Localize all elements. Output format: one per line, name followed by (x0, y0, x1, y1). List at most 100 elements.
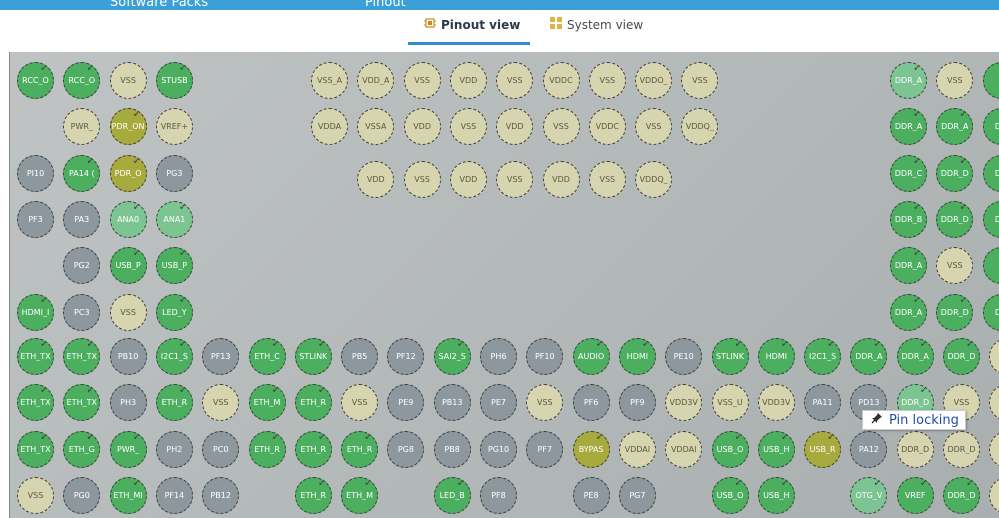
pin[interactable]: DDR_C ✓ (890, 154, 927, 192)
pin[interactable]: VSS_A (311, 62, 348, 99)
pin[interactable]: DDR_D ✓ (943, 476, 980, 514)
pin[interactable]: ANA1 ✓ (155, 200, 193, 238)
pin[interactable]: PE8 (572, 476, 610, 514)
pin[interactable]: HDMI_I ✓ (17, 293, 54, 331)
pin[interactable]: VDD (449, 160, 487, 198)
pin[interactable]: I2C1_S ✓ (155, 338, 193, 375)
pin[interactable]: PB13 (433, 384, 471, 422)
pin[interactable]: PC3 (63, 293, 101, 331)
pin[interactable]: LED_B ✓ (433, 476, 471, 514)
pin[interactable]: PDR_O ✓ (109, 154, 147, 192)
pin[interactable]: VDDQ_ (635, 160, 673, 198)
pin[interactable]: ETH_M ✓ (341, 476, 379, 514)
pin[interactable]: PH6 (480, 338, 517, 375)
pin[interactable]: VDD (449, 62, 487, 99)
pin[interactable]: VDD (357, 160, 395, 198)
pin[interactable]: STUSB ✓ (155, 62, 193, 99)
pin[interactable]: ETH_R ✓ (294, 430, 332, 468)
pin[interactable]: ETH_R ✓ (248, 430, 286, 468)
pin[interactable]: VSS (496, 160, 534, 198)
pin[interactable]: STLINK ✓ (294, 338, 332, 375)
pin[interactable]: DDR_B ✓ (890, 200, 927, 238)
pin[interactable]: VSS (403, 160, 441, 198)
pin[interactable]: VDDC (542, 62, 580, 99)
pin[interactable]: DDR_D ✓ (943, 338, 980, 375)
pin[interactable]: DDR_D ✓ (936, 154, 974, 192)
pin[interactable]: USB_O ✓ (711, 476, 749, 514)
pin[interactable]: ETH_R ✓ (294, 476, 332, 514)
pin[interactable]: PG3 (155, 154, 193, 192)
pin[interactable]: PF9 (618, 384, 656, 422)
pin[interactable]: ETH_G ✓ (63, 430, 101, 468)
pin[interactable]: DDR_D ✓ (936, 200, 974, 238)
pin[interactable]: VDDC (588, 108, 626, 146)
pin[interactable]: PWR_ ✓ (109, 430, 147, 468)
pin[interactable]: PF8 (480, 476, 517, 514)
pin[interactable]: USB_H ✓ (757, 476, 795, 514)
pin[interactable]: ETH_R ✓ (155, 384, 193, 422)
breadcrumb-pinout[interactable]: Pinout (365, 0, 406, 10)
pin[interactable]: PG8 (387, 430, 425, 468)
pin[interactable]: DDR_A ✓ (890, 62, 927, 99)
pin[interactable]: PE10 (665, 338, 703, 375)
pin[interactable]: PF14 (155, 476, 193, 514)
pin[interactable]: DDR_D (943, 430, 980, 468)
pin[interactable]: ETH_MI ✓ (109, 476, 147, 514)
pin[interactable]: USB_H ✓ (757, 430, 795, 468)
pin[interactable]: ETH_M ✓ (248, 384, 286, 422)
pin[interactable]: PG10 (480, 430, 517, 468)
pin[interactable]: VDD3V (757, 384, 795, 422)
pin[interactable]: PG0 (63, 476, 101, 514)
tab-system-view[interactable]: System view (550, 17, 643, 32)
pin[interactable]: ETH_R ✓ (294, 384, 332, 422)
pin[interactable]: HDMI ✓ (618, 338, 656, 375)
pin[interactable]: RCC_O ✓ (17, 62, 54, 99)
pin[interactable]: DDR_A ✓ (890, 293, 927, 331)
pin[interactable]: ETH_TX ✓ (17, 338, 54, 375)
pin[interactable]: DDR_A ✓ (896, 338, 934, 375)
pin[interactable]: DDR_D (896, 430, 934, 468)
pin[interactable]: PB12 (202, 476, 240, 514)
pin[interactable]: PI10 (17, 154, 54, 192)
pin[interactable]: ETH_TX ✓ (17, 430, 54, 468)
pin[interactable]: ANA0 ✓ (109, 200, 147, 238)
pin[interactable]: PH2 (155, 430, 193, 468)
pin[interactable]: PA3 (63, 200, 101, 238)
pin[interactable]: USB_P ✓ (155, 247, 193, 285)
pin[interactable]: DDR_D ✓ (936, 293, 974, 331)
pin[interactable]: USB_O ✓ (711, 430, 749, 468)
pin[interactable]: VDDO_ (635, 62, 673, 99)
pin[interactable]: VSS (542, 108, 580, 146)
pin[interactable]: VDD (403, 108, 441, 146)
pin[interactable]: PF13 (202, 338, 240, 375)
pin[interactable]: PB10 (109, 338, 147, 375)
pin[interactable]: PA12 (850, 430, 888, 468)
tab-pinout-view[interactable]: Pinout view (424, 17, 520, 32)
pin[interactable]: PH3 (109, 384, 147, 422)
pin[interactable]: VSS (588, 62, 626, 99)
pin[interactable]: VSS_U (711, 384, 749, 422)
pin[interactable]: USB_P ✓ (109, 247, 147, 285)
pin[interactable]: PF7 (526, 430, 564, 468)
pin[interactable]: PB8 (433, 430, 471, 468)
pin[interactable]: VREF ✓ (896, 476, 934, 514)
pin[interactable]: AUDIO ✓ (572, 338, 610, 375)
pin[interactable]: VSS (496, 62, 534, 99)
pin[interactable]: PF3 (17, 200, 54, 238)
pin[interactable]: VDD (542, 160, 580, 198)
pin[interactable]: PC0 (202, 430, 240, 468)
pin[interactable]: VSS (403, 62, 441, 99)
pin[interactable]: VSS (588, 160, 626, 198)
pin[interactable]: PB5 (341, 338, 379, 375)
pin[interactable]: VREF+ (155, 108, 193, 146)
pin[interactable]: ETH_C ✓ (248, 338, 286, 375)
pin[interactable]: VSS (109, 62, 147, 99)
pin[interactable]: STLINK ✓ (711, 338, 749, 375)
pin[interactable]: HDMI ✓ (757, 338, 795, 375)
pin[interactable]: USB_R ✓ (804, 430, 842, 468)
breadcrumb-software-packs[interactable]: Software Packs (110, 0, 208, 10)
pin[interactable]: VSS (17, 476, 54, 514)
pin[interactable]: PDR_ON ✓ (109, 108, 147, 146)
pin[interactable]: I2C1_S ✓ (804, 338, 842, 375)
pin[interactable]: ETH_R ✓ (341, 430, 379, 468)
